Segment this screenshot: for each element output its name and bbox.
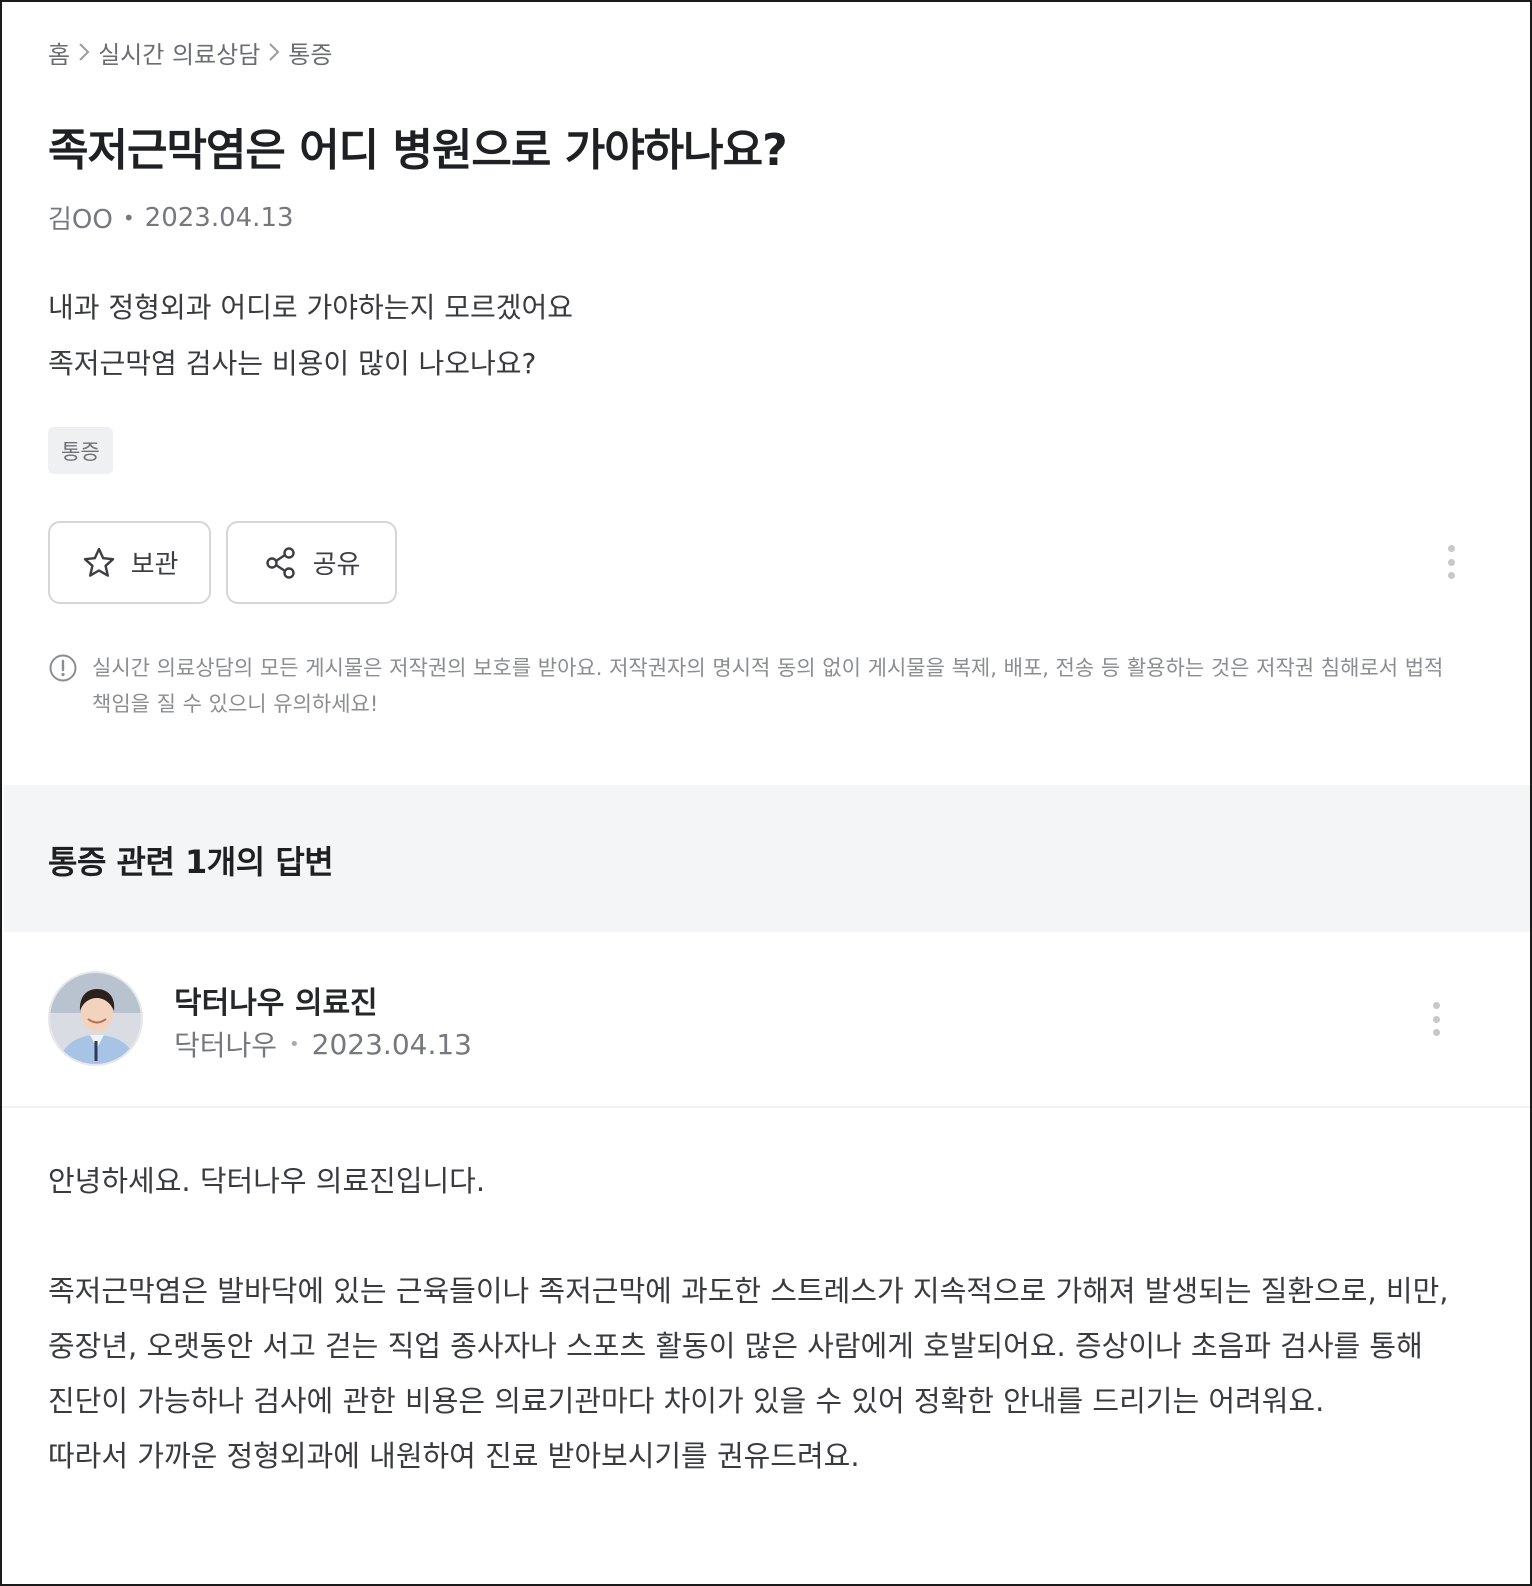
post-author: 김OO <box>48 205 113 235</box>
doctor-avatar <box>48 971 143 1066</box>
post-body: 내과 정형외과 어디로 가야하는지 모르겠어요 족저근막염 검사는 비용이 많이… <box>48 280 573 392</box>
post-more-menu-icon[interactable] <box>1448 545 1456 579</box>
save-button[interactable]: 보관 <box>48 521 211 604</box>
answer-more-menu-icon[interactable] <box>1433 1002 1441 1036</box>
copyright-notice-text: 실시간 의료상담의 모든 게시물은 저작권의 보호를 받아요. 저작권자의 명시… <box>92 656 1444 716</box>
breadcrumb-current[interactable]: 통증 <box>288 35 332 70</box>
answer-line: 족저근막염은 발바닥에 있는 근육들이나 족저근막에 과도한 스트레스가 지속적… <box>48 1274 1449 1308</box>
answer-org: 닥터나우 <box>174 1029 278 1062</box>
share-button[interactable]: 공유 <box>226 521 397 604</box>
post-title: 족저근막염은 어디 병원으로 가야하나요? <box>48 125 788 176</box>
answer-date: 2023.04.13 <box>311 1027 472 1061</box>
answer-line: 진단이 가능하나 검사에 관한 비용은 의료기관마다 차이가 있을 수 있어 정… <box>48 1384 1325 1418</box>
answer-body: 안녕하세요. 닥터나우 의료진입니다. 족저근막염은 발바닥에 있는 근육들이나… <box>48 1154 1488 1484</box>
post-body-line: 내과 정형외과 어디로 가야하는지 모르겠어요 <box>48 291 574 324</box>
post-date: 2023.04.13 <box>144 202 294 233</box>
share-icon <box>263 545 299 581</box>
meta-separator: • <box>122 205 135 230</box>
star-icon <box>81 545 117 581</box>
breadcrumb: 홈 실시간 의료상담 통증 <box>48 34 332 70</box>
breadcrumb-category[interactable]: 실시간 의료상담 <box>98 35 260 70</box>
post-tag[interactable]: 통증 <box>48 427 113 474</box>
answer-meta: 닥터나우 • 2023.04.13 <box>174 1024 472 1064</box>
info-icon <box>48 650 92 722</box>
answer-author-name[interactable]: 닥터나우 의료진 <box>174 978 378 1022</box>
share-button-label: 공유 <box>312 549 361 579</box>
answers-header: 통증 관련 1개의 답변 <box>4 785 1530 932</box>
answers-heading: 통증 관련 1개의 답변 <box>48 843 334 881</box>
breadcrumb-home[interactable]: 홈 <box>48 35 70 70</box>
save-button-label: 보관 <box>130 549 179 579</box>
answer-line: 중장년, 오랫동안 서고 걷는 직업 종사자나 스포츠 활동이 많은 사람에게 … <box>48 1329 1423 1363</box>
meta-separator: • <box>289 1033 300 1055</box>
copyright-notice: 실시간 의료상담의 모든 게시물은 저작권의 보호를 받아요. 저작권자의 명시… <box>48 650 1468 722</box>
chevron-right-icon <box>70 41 98 63</box>
answer-line: 따라서 가까운 정형외과에 내원하여 진료 받아보시기를 권유드려요. <box>48 1439 860 1473</box>
chevron-right-icon <box>260 41 288 63</box>
post-body-line: 족저근막염 검사는 비용이 많이 나오나요? <box>48 347 537 380</box>
page-frame: 홈 실시간 의료상담 통증 족저근막염은 어디 병원으로 가야하나요? 김OO … <box>0 0 1532 1586</box>
divider <box>2 1106 1530 1108</box>
post-meta: 김OO • 2023.04.13 <box>48 199 294 236</box>
answer-greeting: 안녕하세요. 닥터나우 의료진입니다. <box>48 1164 486 1198</box>
